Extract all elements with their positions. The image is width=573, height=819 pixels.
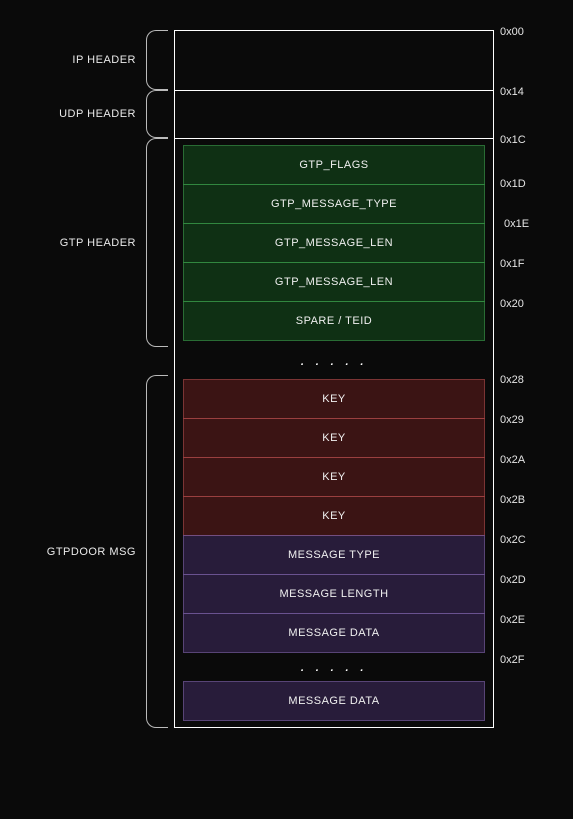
gtp-field: GTP_MESSAGE_LEN	[183, 223, 485, 263]
offset: 0x2A	[500, 454, 525, 466]
msg-field-tail: MESSAGE DATA	[183, 681, 485, 721]
gtp-field: GTP_MESSAGE_LEN	[183, 262, 485, 302]
section-label-gtp: GTP HEADER	[0, 138, 140, 347]
offset: 0x28	[500, 374, 524, 386]
section-gtp: GTP HEADER GTP_FLAGS GTP_MESSAGE_TYPE GT…	[0, 138, 573, 347]
offset: 0x1E	[504, 218, 529, 230]
packet-diagram: IP HEADER UDP HEADER GTP HEADER GTP_FLAG…	[0, 30, 573, 728]
offset: 0x1F	[500, 258, 524, 270]
offset: 0x2B	[500, 494, 525, 506]
msg-field: MESSAGE DATA	[183, 613, 485, 653]
msg-field: MESSAGE TYPE	[183, 535, 485, 575]
section-msg: GTPDOOR MSG KEY KEY KEY KEY MESSAGE TYPE…	[0, 375, 573, 728]
section-label-msg: GTPDOOR MSG	[0, 375, 140, 728]
key-field: KEY	[183, 379, 485, 419]
key-field: KEY	[183, 418, 485, 458]
offset: 0x14	[500, 86, 524, 98]
section-ip: IP HEADER	[0, 30, 573, 90]
ellipsis-icon: . . . . .	[175, 653, 493, 681]
offset: 0x2C	[500, 534, 526, 546]
key-field: KEY	[183, 496, 485, 536]
gtp-field: SPARE / TEID	[183, 301, 485, 341]
section-label-udp: UDP HEADER	[0, 90, 140, 138]
gtp-field: GTP_FLAGS	[183, 145, 485, 185]
section-udp: UDP HEADER	[0, 90, 573, 138]
gap-ellipsis: . . . . .	[0, 347, 573, 375]
msg-field: MESSAGE LENGTH	[183, 574, 485, 614]
offset: 0x1C	[500, 134, 526, 146]
offset: 0x2D	[500, 574, 526, 586]
gtp-field: GTP_MESSAGE_TYPE	[183, 184, 485, 224]
section-label-ip: IP HEADER	[0, 30, 140, 90]
offset: 0x00	[500, 26, 524, 38]
brace-icon	[146, 30, 168, 90]
offset: 0x29	[500, 414, 524, 426]
offset: 0x2E	[500, 614, 525, 626]
key-field: KEY	[183, 457, 485, 497]
offset: 0x1D	[500, 178, 526, 190]
offset: 0x2F	[500, 654, 524, 666]
brace-icon	[146, 375, 168, 728]
brace-icon	[146, 90, 168, 138]
offset: 0x20	[500, 298, 524, 310]
brace-icon	[146, 138, 168, 347]
ellipsis-icon: . . . . .	[175, 347, 493, 375]
